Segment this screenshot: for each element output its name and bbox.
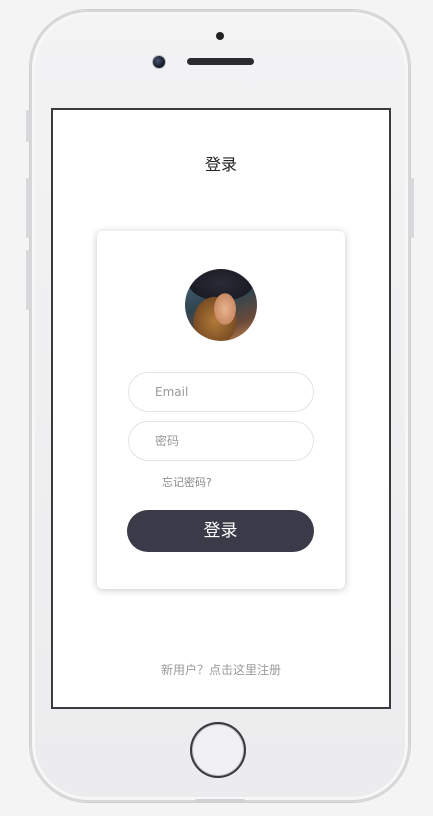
home-button[interactable]: [190, 722, 246, 778]
volume-up-button: [26, 178, 30, 238]
password-placeholder: 密码: [155, 434, 180, 448]
power-button: [410, 178, 414, 238]
volume-down-button: [26, 250, 30, 310]
proximity-sensor-icon: [216, 32, 224, 40]
login-card: Email 密码 忘记密码? 登录: [97, 231, 345, 589]
phone-frame: 登录 Email 密码 忘记密码? 登录 新用户？点击这里注册: [26, 10, 414, 802]
password-field[interactable]: 密码: [128, 421, 314, 461]
mute-switch: [26, 110, 30, 142]
forgot-password-link[interactable]: 忘记密码?: [162, 474, 212, 490]
email-placeholder: Email: [155, 385, 189, 399]
bottom-speaker-grille: [195, 799, 245, 802]
front-camera-icon: [153, 56, 165, 68]
earpiece-speaker: [187, 58, 254, 65]
login-button[interactable]: 登录: [127, 510, 314, 552]
register-link[interactable]: 新用户？点击这里注册: [53, 661, 389, 678]
page-title: 登录: [204, 155, 237, 174]
email-field[interactable]: Email: [128, 372, 314, 412]
app-screen: 登录 Email 密码 忘记密码? 登录 新用户？点击这里注册: [51, 108, 391, 709]
avatar: [185, 269, 257, 341]
